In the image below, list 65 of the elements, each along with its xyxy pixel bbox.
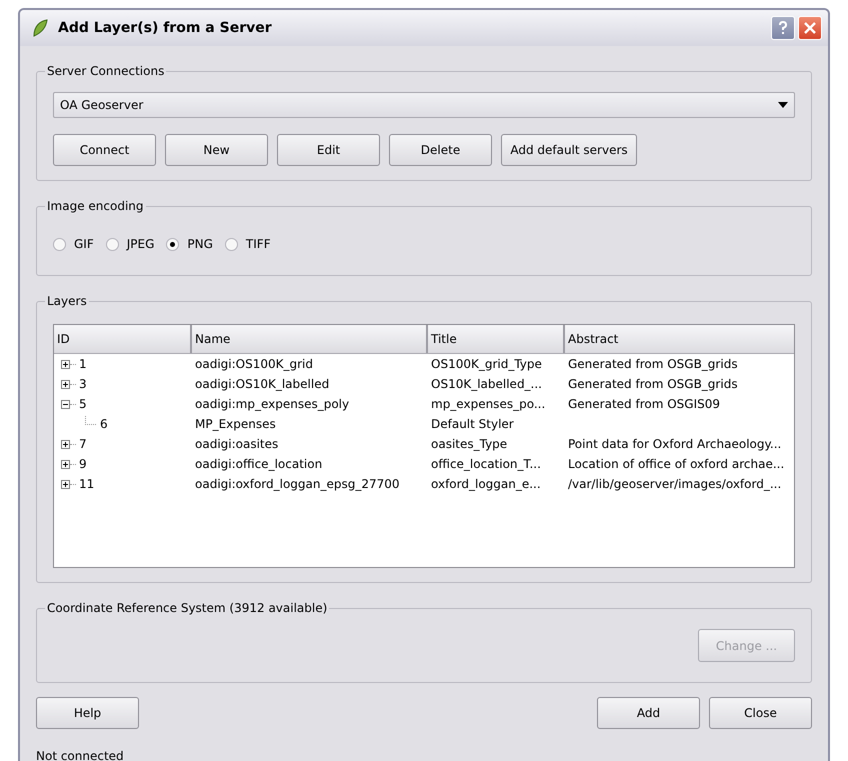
expander-icon[interactable] <box>61 380 70 388</box>
close-button[interactable] <box>798 16 822 40</box>
column-header[interactable]: Abstract <box>565 325 794 353</box>
table-cell: 6 <box>100 417 108 431</box>
expander-icon[interactable] <box>61 440 70 448</box>
column-header[interactable]: Title <box>428 325 565 353</box>
table-cell: 11 <box>79 477 94 491</box>
table-cell-text: oadigi:office_location <box>194 457 324 471</box>
group-title: Layers <box>46 294 88 308</box>
table-cell-text: oadigi:mp_expenses_poly <box>194 397 350 411</box>
table-cell-text: mp_expenses_po... <box>430 397 546 411</box>
window-title: Add Layer(s) from a Server <box>58 20 273 36</box>
help-button[interactable] <box>771 16 795 40</box>
table-cell-text: Point data for Oxford Archaeology... <box>567 437 782 451</box>
table-cell-text: Default Styler <box>430 417 515 431</box>
table-cell-text: oadigi:OS100K_grid <box>194 357 314 371</box>
table-cell-text: OS10K_labelled_... <box>430 377 543 391</box>
table-cell-text: OS100K_grid_Type <box>430 357 543 371</box>
expander-icon[interactable] <box>61 480 70 488</box>
radio-label: JPEG <box>126 237 154 251</box>
table-cell-text: MP_Expenses <box>194 417 277 431</box>
column-header[interactable]: Name <box>192 325 428 353</box>
server-button[interactable]: Connect <box>53 134 156 166</box>
table-cell-text: Generated from OSGB_grids <box>567 357 739 371</box>
table-cell-text: office_location_T... <box>430 457 542 471</box>
expander-icon[interactable] <box>61 400 70 408</box>
server-button[interactable]: New <box>165 134 268 166</box>
radio-button[interactable] <box>106 238 119 250</box>
table-cell: 9 <box>79 457 87 471</box>
question-mark-icon <box>777 21 789 35</box>
radio-button[interactable] <box>224 238 238 250</box>
table-cell-text: /var/lib/geoserver/images/oxford_... <box>567 477 782 491</box>
radio-button[interactable] <box>166 238 180 250</box>
radio-label: GIF <box>74 237 94 251</box>
expander-icon[interactable] <box>61 460 70 468</box>
table-cell: 7 <box>79 437 87 451</box>
radio-label: TIFF <box>246 237 271 251</box>
table-cell-text: oasites_Type <box>430 437 508 451</box>
table-cell-text: oadigi:oasites <box>194 437 280 451</box>
server-button[interactable]: Delete <box>389 134 492 166</box>
help-button[interactable]: Help <box>36 697 139 729</box>
close-button[interactable]: Close <box>709 697 812 729</box>
table-cell: 3 <box>79 377 87 391</box>
server-dropdown[interactable]: OA Geoserver <box>53 92 795 118</box>
table-cell-text: Location of office of oxford archae... <box>567 457 786 471</box>
table-cell-text: oadigi:oxford_loggan_epsg_27700 <box>194 477 401 491</box>
group-title: Coordinate Reference System (3912 available) <box>46 601 328 615</box>
add-button[interactable]: Add <box>597 697 700 729</box>
expander-icon[interactable] <box>61 360 70 368</box>
table-cell-text: Generated from OSGIS09 <box>567 397 722 411</box>
caret-icon <box>778 102 788 108</box>
group-title: Image encoding <box>46 199 144 213</box>
table-cell: 1 <box>79 357 87 371</box>
table-cell-text: oxford_loggan_e... <box>430 477 542 491</box>
radio-button[interactable] <box>53 238 66 250</box>
table-cell: 5 <box>79 397 87 411</box>
table-cell-text: Generated from OSGB_grids <box>567 377 739 391</box>
table-cell-text: oadigi:OS10K_labelled <box>194 377 330 391</box>
close-icon <box>804 22 816 34</box>
radio-label: PNG <box>187 237 213 251</box>
column-header[interactable]: ID <box>54 325 192 353</box>
server-button[interactable]: Add default servers <box>501 134 637 166</box>
server-button[interactable]: Edit <box>277 134 380 166</box>
status-text: Not connected <box>36 749 125 761</box>
group-title: Server Connections <box>46 64 166 78</box>
